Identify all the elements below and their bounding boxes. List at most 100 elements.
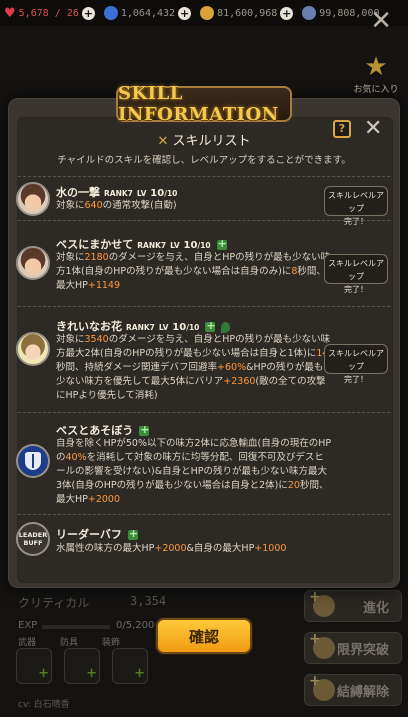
badge-line: スキルレベルアップ	[328, 349, 384, 371]
divider	[18, 306, 390, 307]
heart-icon: ♥	[4, 5, 16, 21]
highlight-value: 20	[287, 480, 300, 491]
plus-icon: +	[134, 666, 145, 681]
stamina-value: 5,678 / 26	[18, 7, 79, 19]
slot-label: 装飾	[102, 638, 121, 648]
skill-level: 10	[183, 240, 198, 251]
description-text: 対象に	[56, 334, 85, 345]
equipment-slots: + + +	[16, 648, 148, 684]
divider	[18, 176, 390, 177]
description-text: を消耗して対象の味方に均等分配、回復不可及びデスヒールの影響を受けない)&自身と…	[56, 452, 327, 491]
dialog-subtitle: チャイルドのスキルを確認し、レベルアップをすることができます。	[57, 155, 351, 166]
highlight-value: +2000	[154, 543, 187, 554]
skill-description: 対象に2180のダメージを与え、自身とHPの残りが最も少ない味方1体(自身のHP…	[56, 251, 332, 293]
equipment-slot[interactable]: +	[112, 648, 148, 684]
leaf-icon	[221, 321, 231, 333]
badge-line: 完了！	[344, 285, 368, 294]
skill-title: きれいなお花	[56, 320, 122, 333]
skill-level: 10	[172, 322, 187, 333]
heal-buff-icon	[139, 423, 149, 436]
badge-line: 完了！	[344, 375, 368, 384]
highlight-value: 640	[84, 200, 103, 211]
skill-rank: RANK7	[104, 189, 133, 198]
exp-value: 0/5,200	[116, 620, 155, 631]
critical-value: 3,354	[130, 594, 167, 608]
description-text: 対象に	[56, 252, 85, 263]
confirm-button[interactable]: 確認	[156, 618, 252, 654]
coin-icon	[103, 6, 118, 20]
leader-buff-avatar: LEADER BUFF	[16, 522, 50, 556]
dialog-close-button[interactable]: ✕	[364, 118, 382, 140]
stamina-counter: ♥ 5,678 / 26 +	[4, 6, 95, 21]
add-stamina-button[interactable]: +	[81, 6, 95, 20]
skill-level-prefix: LV	[136, 189, 147, 198]
shield-icon	[25, 452, 41, 470]
highlight-value: 40%	[65, 452, 87, 463]
coin-counter: 1,064,432 +	[103, 6, 192, 20]
highlight-value: +1000	[254, 543, 287, 554]
skill-description: 対象に640の通常攻撃(自動)	[56, 199, 332, 213]
description-text: の通常攻撃(自動)	[102, 200, 177, 211]
skill-level: 10	[150, 188, 165, 199]
skill-title: ベスにまかせて	[56, 238, 134, 251]
heal-buff-icon	[127, 527, 138, 540]
gold-icon	[200, 6, 215, 20]
help-button[interactable]: ?	[333, 120, 351, 138]
critical-label: クリティカル	[18, 596, 90, 610]
skill-avatar	[16, 444, 50, 478]
star-icon: ★	[364, 52, 388, 82]
limit-break-button[interactable]: 限界突破	[304, 631, 402, 664]
badge-line: スキルレベルアップ	[328, 259, 384, 281]
highlight-value: +2000	[87, 494, 121, 505]
skill-level-max: /10	[197, 241, 211, 250]
skill-name: 水の一撃 RANK7 LV 10/10	[56, 184, 177, 200]
coin-value: 1,064,432	[120, 7, 176, 19]
description-text: 水属性の味方の最大HP	[56, 543, 155, 554]
highlight-value: +60%	[217, 362, 247, 373]
skill-level-max: /10	[164, 189, 178, 198]
add-coin-button[interactable]: +	[178, 6, 192, 20]
slot-label: 武器	[18, 638, 37, 648]
exp-bar	[42, 625, 110, 629]
badge-line: スキルレベルアップ	[328, 191, 384, 213]
evolve-button[interactable]: 進化	[304, 589, 402, 622]
skill-name: ベスとあそぼう	[56, 422, 149, 438]
exp-label: EXP	[18, 620, 38, 631]
highlight-value: +2360	[223, 376, 256, 387]
skill-levelup-badge: スキルレベルアップ 完了！	[324, 254, 388, 294]
skill-description: 自身を除くHPが50%以下の味方2体に応急輸血(自身の現在のHPの40%を消耗し…	[56, 437, 332, 507]
skill-list: 水の一撃 RANK7 LV 10/10 対象に640の通常攻撃(自動) スキルレベル…	[12, 172, 396, 570]
close-icon[interactable]: ✕	[370, 8, 392, 34]
description-text: 対象に	[56, 200, 85, 211]
voice-actor: cv: 白石晴香	[18, 700, 70, 710]
skill-description: 水属性の味方の最大HP+2000&自身の最大HP+1000	[56, 542, 332, 556]
skill-title: リーダーバフ	[56, 528, 122, 541]
equipment-slot[interactable]: +	[64, 648, 100, 684]
gem-icon	[302, 6, 317, 20]
limit-break-label: 限界突破	[336, 642, 389, 658]
release-bond-button[interactable]: 結縛解除	[304, 673, 402, 706]
skill-avatar	[16, 182, 50, 216]
equipment-slot[interactable]: +	[16, 648, 52, 684]
plus-icon: +	[38, 666, 49, 681]
skill-level-prefix: LV	[170, 241, 180, 250]
skill-avatar	[16, 246, 50, 280]
divider	[18, 220, 390, 221]
skill-rank: RANK7	[137, 241, 167, 250]
favorite-button[interactable]: ★ お気に入り	[348, 52, 404, 95]
skill-name: きれいなお花 RANK7 LV 10/10	[56, 318, 231, 334]
divider	[18, 412, 390, 413]
highlight-value: 3540	[84, 334, 109, 345]
evolve-label: 進化	[362, 600, 389, 616]
skill-avatar	[16, 332, 50, 366]
crossed-swords-icon: ✕	[157, 134, 169, 149]
skill-level-max: /10	[186, 323, 200, 332]
skill-name: リーダーバフ	[56, 526, 138, 542]
divider	[18, 514, 390, 515]
add-gold-button[interactable]: +	[280, 6, 294, 20]
highlight-value: 2180	[84, 252, 109, 263]
gold-counter: 81,600,968 +	[200, 6, 294, 20]
skill-levelup-badge: スキルレベルアップ 完了！	[324, 186, 388, 226]
release-bond-icon	[309, 673, 335, 701]
release-bond-label: 結縛解除	[336, 684, 389, 700]
